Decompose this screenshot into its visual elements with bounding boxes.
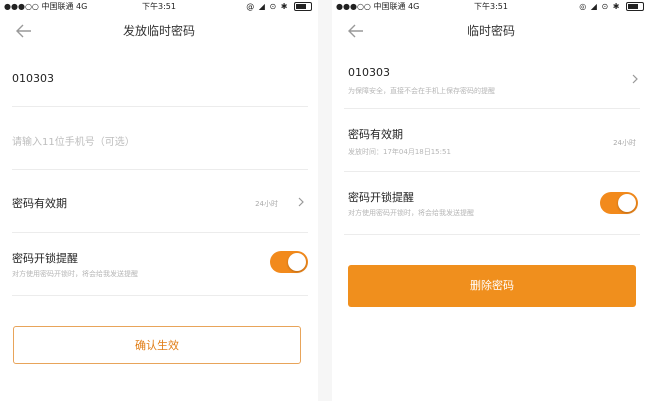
chevron-right-icon	[632, 74, 638, 84]
status-icons: ◎ ◢ ⊙ ✱	[579, 2, 621, 11]
validity-value: 24小时	[613, 139, 636, 147]
confirm-button[interactable]: 确认生效	[13, 326, 301, 364]
toggle-knob	[618, 194, 636, 212]
reminder-toggle[interactable]	[270, 251, 308, 273]
validity-row[interactable]: 密码有效期 24小时	[12, 170, 308, 233]
reminder-description: 对方使用密码开锁时，将会给我发送提醒	[348, 209, 474, 217]
password-row: 010303	[12, 52, 308, 107]
status-bar: ●●●○○ 中国联通 4G 下午3:51 @ ◢ ⊙ ✱	[0, 0, 318, 14]
reminder-label: 密码开锁提醒	[348, 191, 414, 204]
chevron-right-icon	[298, 197, 304, 207]
temp-password-detail-screen: ●●●○○ 中国联通 4G 下午3:51 ◎ ◢ ⊙ ✱ 临时密码 010303…	[332, 0, 650, 401]
battery-icon	[626, 2, 644, 11]
phone-input[interactable]: 请输入11位手机号（可选）	[12, 133, 135, 148]
nav-bar: 发放临时密码	[0, 14, 318, 48]
reminder-description: 对方使用密码开锁时，将会给我发送提醒	[12, 270, 138, 278]
page-title: 发放临时密码	[122, 24, 195, 38]
validity-value: 24小时	[255, 200, 278, 208]
nav-bar: 临时密码	[332, 14, 650, 48]
reminder-label: 密码开锁提醒	[12, 252, 78, 265]
validity-issue-time: 发放时间：17年04月18日15:51	[348, 148, 451, 156]
page-title: 临时密码	[466, 24, 515, 38]
status-bar: ●●●○○ 中国联通 4G 下午3:51 ◎ ◢ ⊙ ✱	[332, 0, 650, 14]
validity-label: 密码有效期	[12, 197, 67, 210]
status-right: ◎ ◢ ⊙ ✱	[579, 0, 644, 14]
password-value: 010303	[348, 66, 390, 79]
battery-icon	[294, 2, 312, 11]
phone-input-row[interactable]: 请输入11位手机号（可选）	[12, 107, 308, 170]
delete-password-button[interactable]: 删除密码	[348, 265, 636, 307]
validity-label: 密码有效期	[348, 128, 403, 141]
validity-row: 密码有效期 发放时间：17年04月18日15:51 24小时	[344, 109, 640, 172]
password-value: 010303	[12, 72, 54, 85]
issue-temp-password-screen: ●●●○○ 中国联通 4G 下午3:51 @ ◢ ⊙ ✱ 发放临时密码 0103…	[0, 0, 318, 401]
status-icons: @ ◢ ⊙ ✱	[246, 2, 289, 11]
status-right: @ ◢ ⊙ ✱	[246, 0, 312, 14]
reminder-toggle[interactable]	[600, 192, 638, 214]
password-row[interactable]: 010303 为保障安全，直接不会在手机上保存密码的提醒	[344, 52, 640, 109]
reminder-row: 密码开锁提醒 对方使用密码开锁时，将会给我发送提醒	[12, 233, 308, 296]
password-note: 为保障安全，直接不会在手机上保存密码的提醒	[348, 87, 495, 95]
reminder-row: 密码开锁提醒 对方使用密码开锁时，将会给我发送提醒	[344, 172, 640, 235]
toggle-knob	[288, 253, 306, 271]
